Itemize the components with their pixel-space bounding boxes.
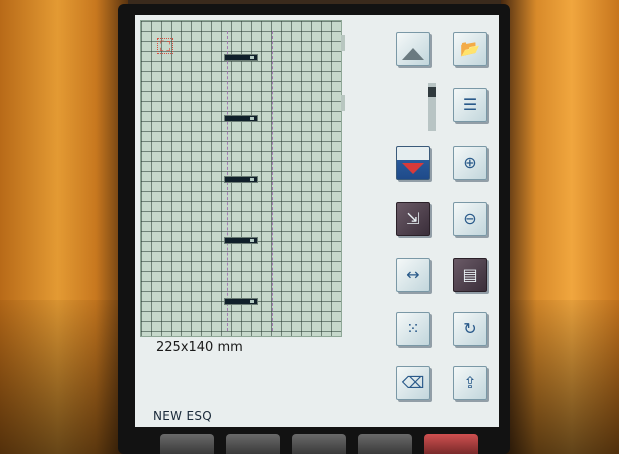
stitch-element[interactable] bbox=[224, 115, 258, 122]
page-up-button[interactable] bbox=[396, 32, 430, 66]
hardware-button[interactable] bbox=[292, 434, 346, 454]
wooden-surface-left bbox=[0, 0, 128, 454]
page-down-button[interactable] bbox=[396, 146, 430, 180]
rotate-icon: ↻ bbox=[463, 319, 477, 338]
triangle-up-icon bbox=[402, 48, 424, 60]
stitch-grid-button[interactable]: ⁙ bbox=[396, 312, 430, 346]
zoom-out-button[interactable]: ⊖ bbox=[453, 202, 487, 236]
folder-open-icon: 📂 bbox=[460, 39, 480, 58]
zoom-out-icon: ⊖ bbox=[463, 209, 477, 228]
scroll-slider-thumb[interactable] bbox=[428, 86, 436, 97]
zoom-in-icon: ⊕ bbox=[463, 153, 477, 172]
list-view-button[interactable]: ☰ bbox=[453, 88, 487, 122]
stitch-element[interactable] bbox=[224, 298, 258, 305]
pattern-name-label: NEW ESQ bbox=[153, 409, 212, 423]
memory-icon: ▤ bbox=[462, 265, 478, 284]
wooden-surface-right bbox=[501, 0, 619, 454]
grid-scroll-marks bbox=[341, 35, 345, 115]
start-point-icon[interactable]: ⛶ bbox=[157, 38, 173, 55]
erase-button[interactable]: ⌫ bbox=[396, 366, 430, 400]
hardware-button[interactable] bbox=[226, 434, 280, 454]
triangle-down-icon bbox=[402, 162, 424, 174]
hardware-button[interactable] bbox=[160, 434, 214, 454]
stitch-element[interactable] bbox=[224, 237, 258, 244]
move-pattern-button[interactable]: ⇲ bbox=[396, 202, 430, 236]
hardware-button[interactable] bbox=[358, 434, 412, 454]
stitch-element[interactable] bbox=[224, 54, 258, 61]
zoom-in-button[interactable]: ⊕ bbox=[453, 146, 487, 180]
stitch-element[interactable] bbox=[224, 176, 258, 183]
grid-points-icon: ⁙ bbox=[406, 319, 420, 338]
pattern-size-label: 225x140 mm bbox=[156, 340, 243, 355]
rotate-button[interactable]: ↻ bbox=[453, 312, 487, 346]
hardware-button[interactable] bbox=[424, 434, 478, 454]
move-icon: ⇲ bbox=[406, 209, 420, 228]
list-icon: ☰ bbox=[462, 95, 478, 114]
hardware-button-row bbox=[160, 434, 490, 454]
memory-button[interactable]: ▤ bbox=[453, 258, 487, 292]
open-file-button[interactable]: 📂 bbox=[453, 32, 487, 66]
eraser-icon: ⌫ bbox=[401, 373, 425, 392]
width-adjust-button[interactable]: ↔ bbox=[396, 258, 430, 292]
save-icon: ⇪ bbox=[463, 373, 477, 392]
pattern-grid[interactable]: ⛶ bbox=[140, 20, 342, 337]
lcd-screen: ⛶ 225x140 mm NEW ESQ 📂 ☰ ⊕ ⇲ ⊖ ↔ ▤ ⁙ ↻ ⌫… bbox=[135, 15, 499, 427]
save-button[interactable]: ⇪ bbox=[453, 366, 487, 400]
width-arrows-icon: ↔ bbox=[406, 265, 420, 284]
